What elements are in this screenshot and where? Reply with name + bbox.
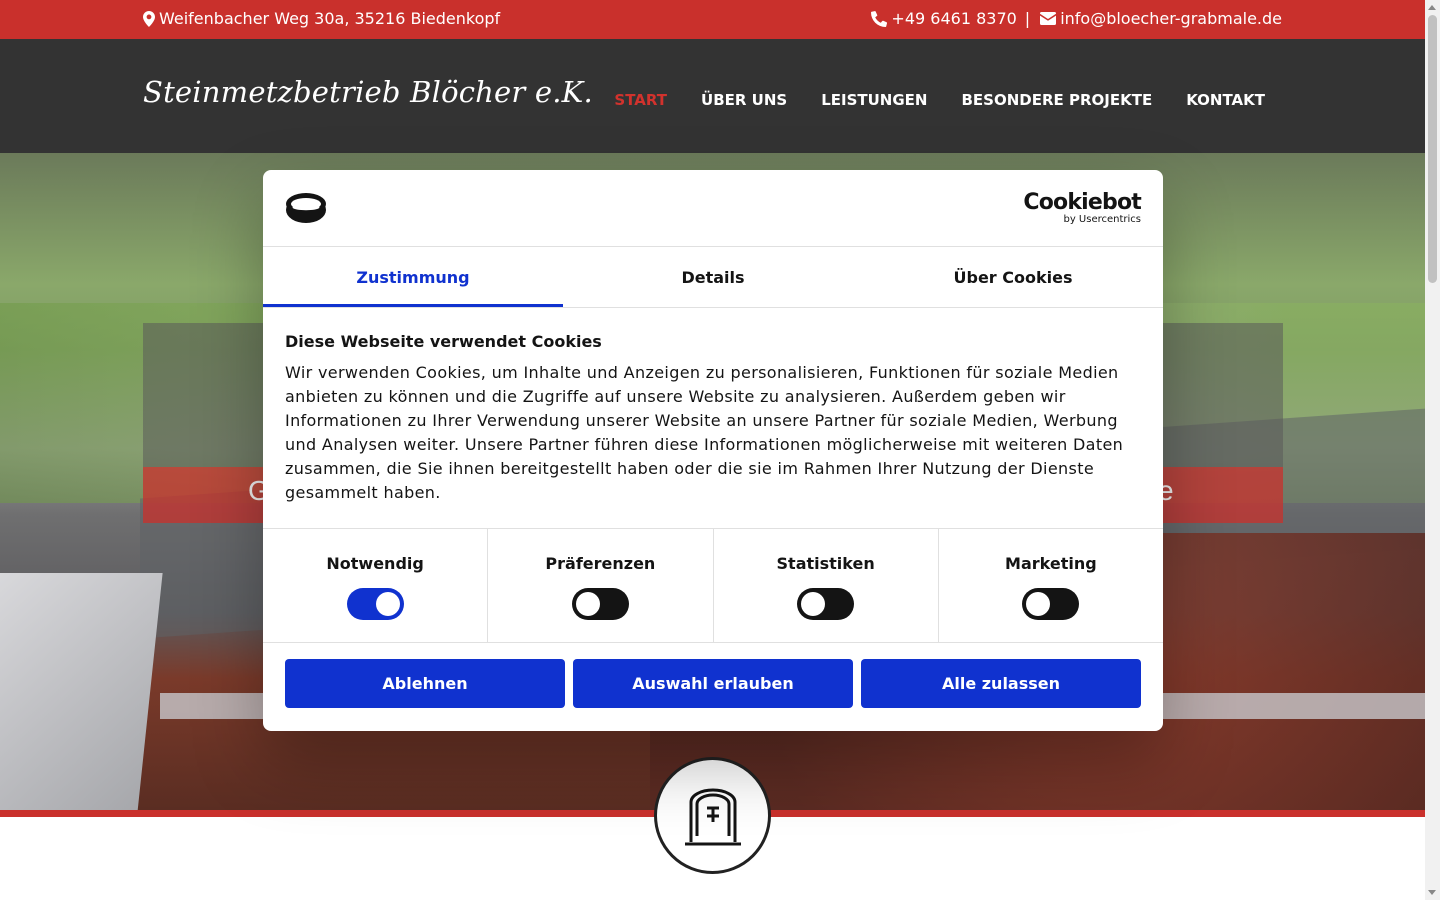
page-scrollbar[interactable]	[1425, 0, 1440, 900]
category-marketing: Marketing	[939, 529, 1163, 642]
cookie-tabs: Zustimmung Details Über Cookies	[263, 247, 1163, 308]
nav-item-kontakt[interactable]: KONTAKT	[1186, 91, 1265, 109]
contact-block: +49 6461 8370 | info@bloecher-grabmale.d…	[871, 9, 1282, 28]
toggle-notwendig[interactable]	[346, 588, 404, 620]
cookie-logo-icon	[285, 192, 327, 228]
cookiebot-brand-by: by Usercentrics	[1063, 214, 1141, 225]
nav-item-ueber-uns[interactable]: ÜBER UNS	[701, 91, 787, 109]
site-logo-text[interactable]: Steinmetzbetrieb Blöcher e.K.	[143, 75, 593, 109]
address-block: Weifenbacher Weg 30a, 35216 Biedenkopf	[143, 9, 500, 28]
category-label: Präferenzen	[545, 554, 656, 573]
category-praeferenzen: Präferenzen	[488, 529, 714, 642]
category-notwendig: Notwendig	[263, 529, 489, 642]
main-nav: START ÜBER UNS LEISTUNGEN BESONDERE PROJ…	[614, 91, 1265, 109]
cookie-dialog-body: Diese Webseite verwendet Cookies Wir ver…	[263, 308, 1163, 529]
cookie-dialog-header: Cookiebot by Usercentrics	[263, 170, 1163, 247]
scroll-down-arrow[interactable]	[1428, 890, 1436, 895]
toggle-statistiken[interactable]	[797, 588, 855, 620]
cookie-consent-dialog: Cookiebot by Usercentrics Zustimmung Det…	[263, 170, 1163, 731]
phone-link[interactable]: +49 6461 8370	[891, 9, 1016, 28]
envelope-icon	[1040, 12, 1057, 25]
category-label: Marketing	[1005, 554, 1097, 573]
address-text: Weifenbacher Weg 30a, 35216 Biedenkopf	[159, 9, 501, 28]
nav-item-besondere-projekte[interactable]: BESONDERE PROJEKTE	[961, 91, 1152, 109]
scroll-up-arrow[interactable]	[1428, 5, 1436, 10]
scrollbar-thumb[interactable]	[1428, 15, 1437, 283]
contact-separator: |	[1024, 9, 1031, 28]
map-marker-icon	[143, 10, 155, 27]
tab-ueber-cookies[interactable]: Über Cookies	[863, 247, 1163, 307]
cookiebot-brand-name: Cookiebot	[1023, 190, 1141, 215]
allow-all-button[interactable]: Alle zulassen	[861, 659, 1141, 708]
site-header: Steinmetzbetrieb Blöcher e.K. START ÜBER…	[0, 39, 1425, 153]
nav-item-start[interactable]: START	[614, 91, 667, 109]
allow-selection-button[interactable]: Auswahl erlauben	[573, 659, 853, 708]
cookiebot-logo: Cookiebot by Usercentrics	[1023, 192, 1141, 226]
toggle-marketing[interactable]	[1022, 588, 1080, 620]
gravestone-badge	[654, 757, 771, 874]
hero-stone-slab	[0, 573, 163, 810]
category-label: Notwendig	[326, 554, 424, 573]
phone-icon	[871, 10, 888, 27]
nav-item-leistungen[interactable]: LEISTUNGEN	[821, 91, 927, 109]
cookie-dialog-title: Diese Webseite verwendet Cookies	[285, 332, 602, 351]
tab-details[interactable]: Details	[563, 247, 863, 307]
tab-zustimmung[interactable]: Zustimmung	[263, 247, 563, 307]
toggle-praeferenzen[interactable]	[571, 588, 629, 620]
cookie-action-buttons: Ablehnen Auswahl erlauben Alle zulassen	[263, 643, 1163, 724]
email-link[interactable]: info@bloecher-grabmale.de	[1060, 9, 1282, 28]
top-info-bar: Weifenbacher Weg 30a, 35216 Biedenkopf +…	[0, 0, 1425, 39]
category-statistiken: Statistiken	[714, 529, 939, 642]
category-label: Statistiken	[776, 554, 875, 573]
gravestone-icon	[684, 788, 741, 845]
cookie-category-toggles: Notwendig Präferenzen Statistiken Market…	[263, 529, 1163, 643]
decline-button[interactable]: Ablehnen	[285, 659, 565, 708]
cookie-dialog-text: Wir verwenden Cookies, um Inhalte und An…	[285, 363, 1124, 502]
